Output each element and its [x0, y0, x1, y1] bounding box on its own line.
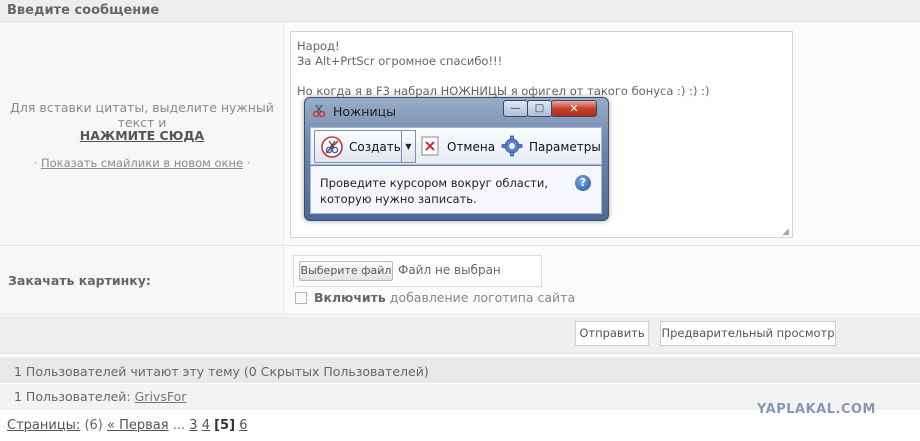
page-link-3[interactable]: 3: [189, 418, 197, 433]
send-button[interactable]: Отправить: [575, 321, 649, 346]
help-icon[interactable]: ?: [575, 175, 591, 191]
smiles-bullet-right: ·: [246, 156, 251, 170]
pages-total: (6): [84, 418, 103, 433]
logo-label-bold: Включить: [314, 290, 386, 305]
snipping-tool-title: Ножницы: [333, 104, 396, 119]
show-smiles-link[interactable]: Показать смайлики в новом окне: [41, 156, 243, 170]
minimize-button[interactable]: —: [503, 100, 528, 117]
cancel-button[interactable]: Отмена: [447, 140, 495, 154]
page-link-4[interactable]: 4: [202, 418, 210, 433]
preview-button[interactable]: Предварительный просмотр: [660, 321, 836, 346]
logo-label-rest: добавление логотипа сайта: [389, 290, 576, 305]
readers-list-prefix: 1 Пользователей:: [14, 389, 131, 404]
upload-label: Закачать картинку:: [8, 273, 151, 288]
smiles-bullet-left: ·: [33, 156, 38, 170]
file-status: Файл не выбран: [398, 263, 501, 277]
pager: Страницы: (6) « Первая ... 3 4 [5] 6: [7, 418, 247, 433]
scissors-icon: [312, 104, 326, 118]
site-watermark: YAPLAKAL.COM: [757, 402, 876, 417]
resize-grip-icon[interactable]: ◢: [782, 227, 792, 237]
create-snip-label: Создать: [349, 140, 401, 154]
chevron-down-icon[interactable]: ▼: [401, 130, 416, 163]
readers-list: 1 Пользователей: GrivsFor: [14, 389, 186, 404]
logo-checkbox-label[interactable]: Включить добавление логотипа сайта: [314, 290, 575, 305]
page-link-6[interactable]: 6: [239, 418, 247, 433]
quote-hint-text: Для вставки цитаты, выделите нужный текс…: [10, 100, 274, 130]
maximize-button[interactable]: □: [527, 100, 552, 117]
form-title: Введите сообщение: [7, 3, 160, 18]
current-page: [5]: [214, 418, 236, 433]
logo-checkbox[interactable]: [295, 292, 307, 304]
choose-file-button[interactable]: Выберите файл: [299, 261, 393, 281]
pages-label[interactable]: Страницы:: [7, 418, 80, 433]
quote-link[interactable]: НАЖМИТЕ СЮДА: [10, 128, 274, 143]
readers-count: 1 Пользователей читают эту тему (0 Скрыт…: [14, 364, 429, 379]
first-page-link[interactable]: « Первая: [107, 418, 169, 433]
options-button[interactable]: Параметры: [529, 140, 601, 154]
snip-instruction: Проведите курсором вокруг области, котор…: [320, 176, 549, 206]
reader-user-link[interactable]: GrivsFor: [135, 389, 187, 404]
close-button[interactable]: ✕: [551, 100, 597, 117]
pager-ellipsis: ...: [172, 418, 186, 433]
cancel-x-icon[interactable]: [421, 136, 439, 156]
gear-icon[interactable]: [501, 135, 523, 157]
smiles-line: · Показать смайлики в новом окне ·: [10, 156, 274, 170]
scissors-icon: [320, 135, 344, 159]
